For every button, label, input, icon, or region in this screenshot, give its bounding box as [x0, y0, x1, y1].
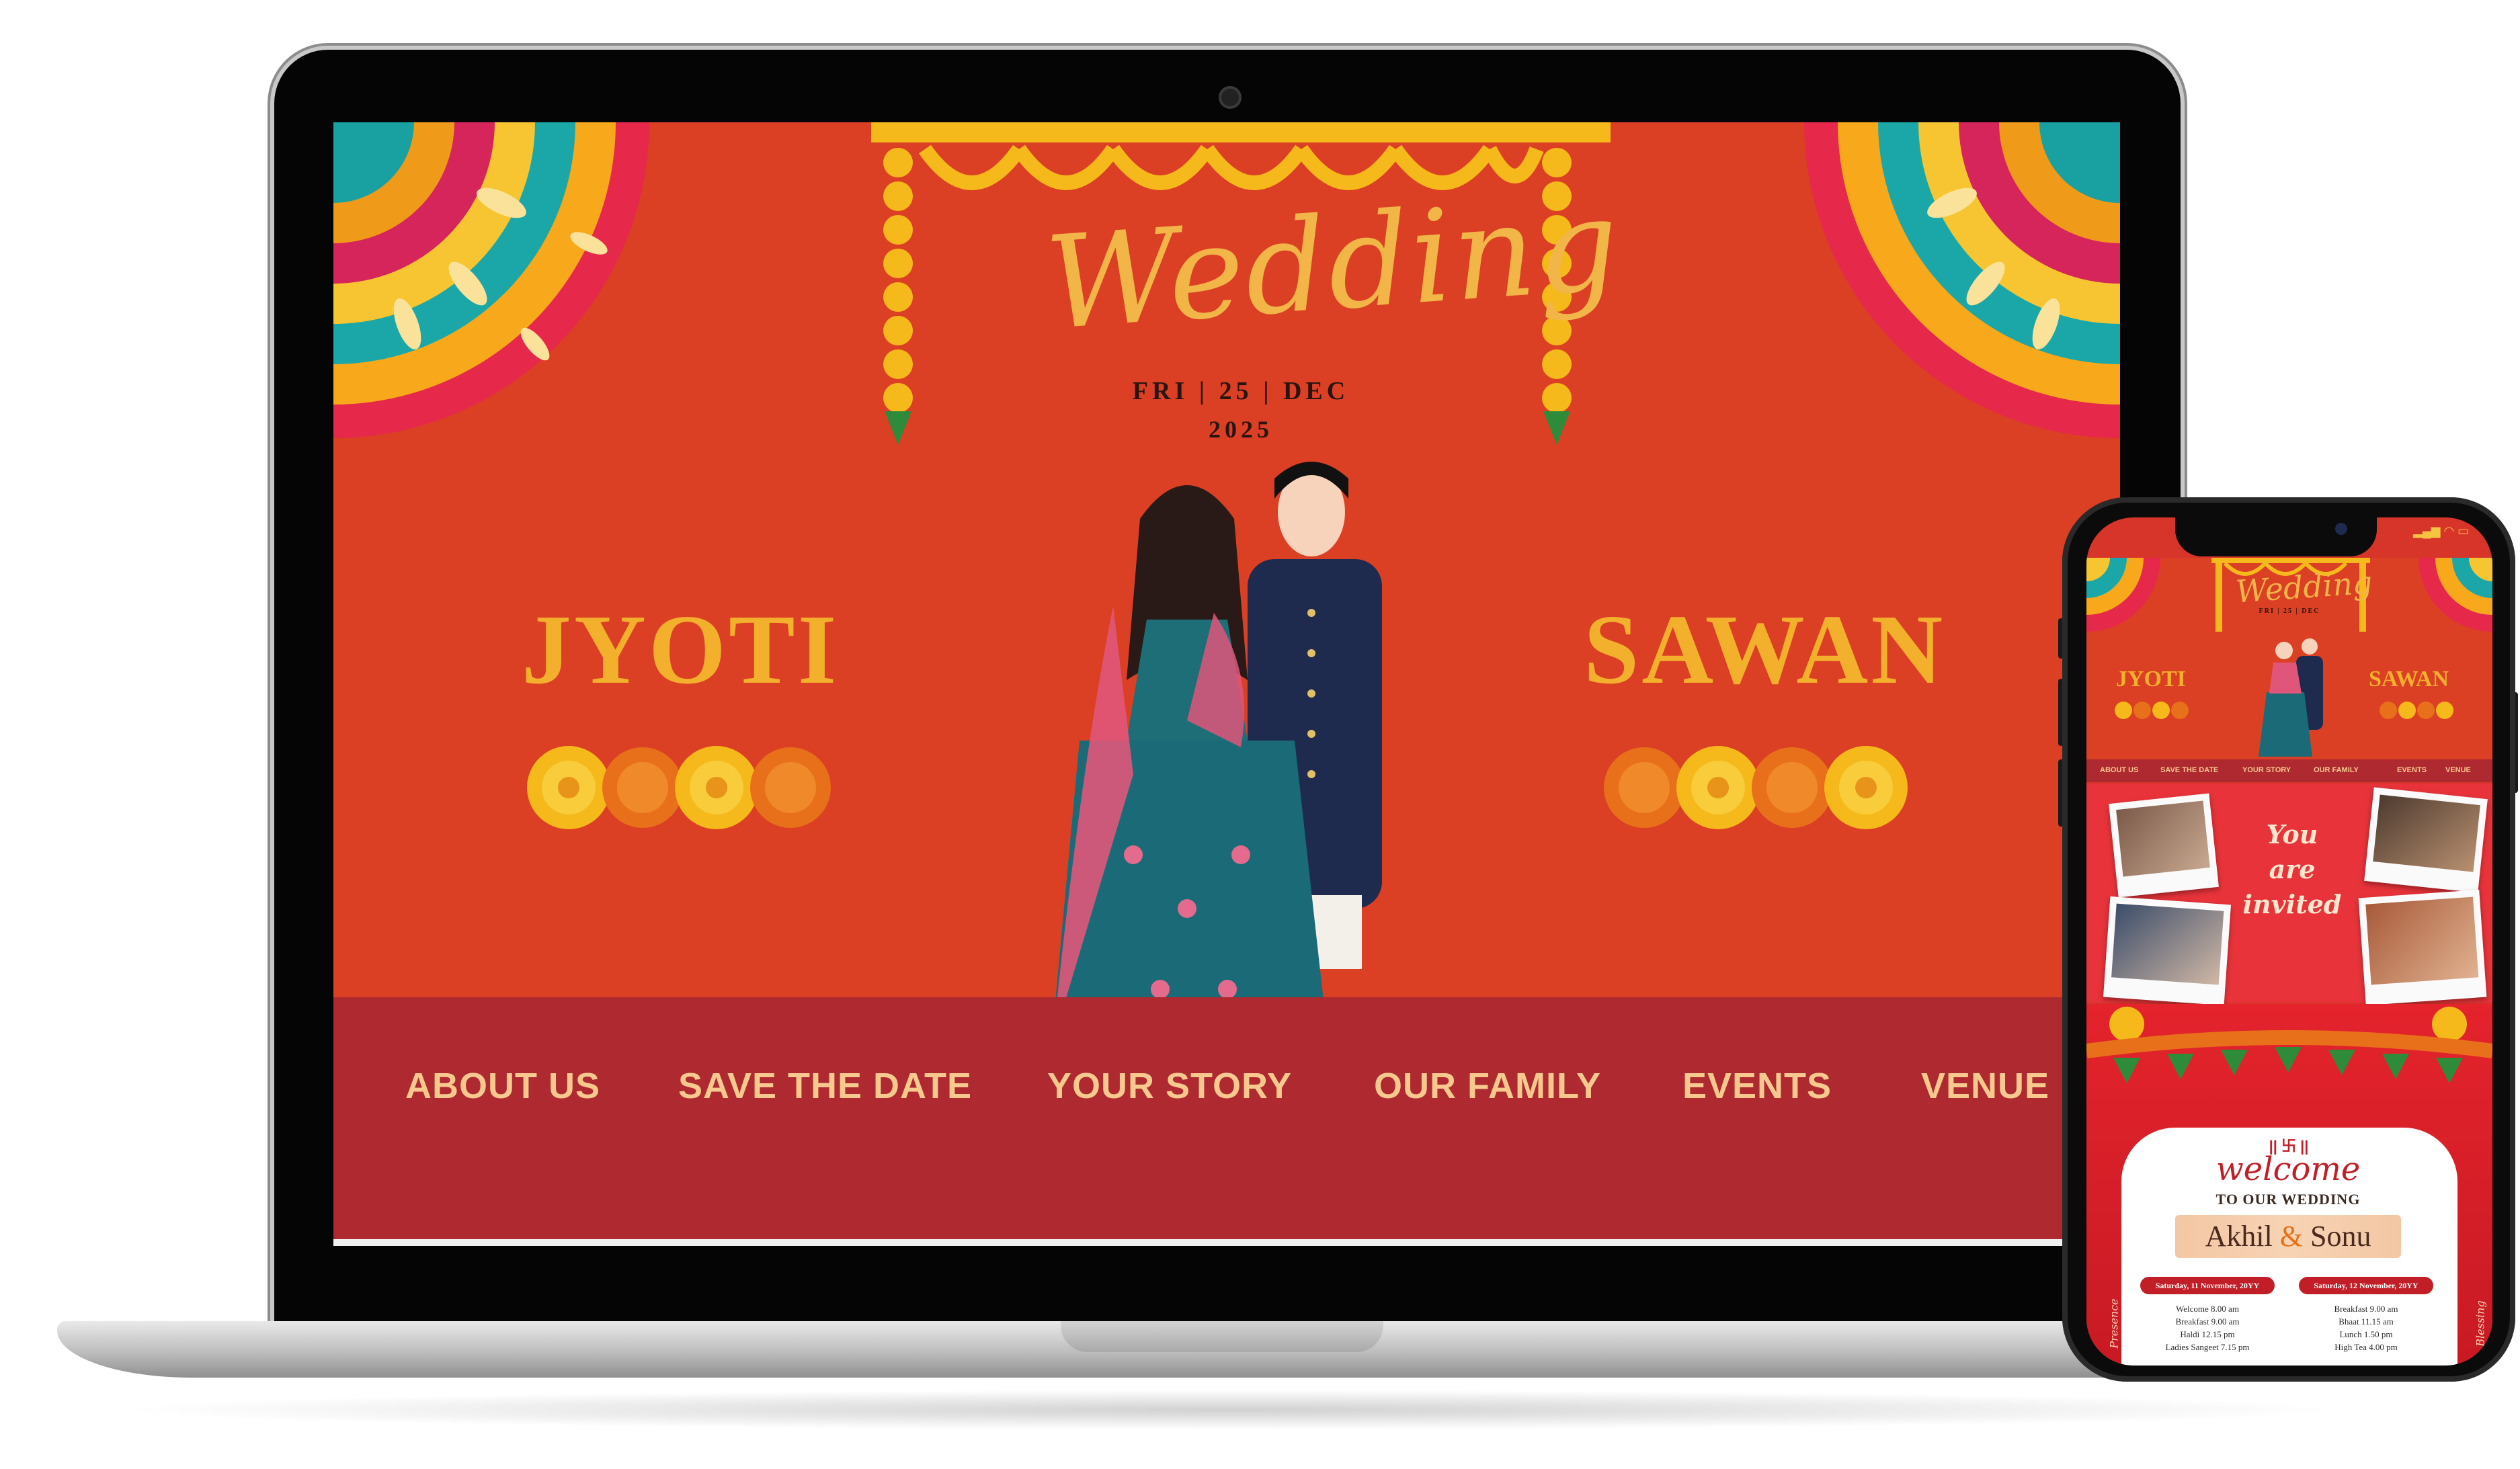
mandala-left-decoration [333, 122, 649, 438]
phone-nav-about-us[interactable]: ABOUT US [2100, 766, 2138, 774]
wedding-date: FRI | 25 | DEC [1132, 377, 1350, 405]
day-2-badge: Saturday, 12 November, 20YY [2299, 1277, 2433, 1294]
laptop-shadow [108, 1390, 2353, 1430]
couple-names: Akhil & Sonu [2175, 1219, 2401, 1253]
front-camera-icon [2335, 523, 2347, 535]
nav-your-story[interactable]: YOUR STORY [1047, 1065, 1292, 1107]
phone-bride-name: JYOTI [2116, 667, 2186, 691]
nav-about-us[interactable]: ABOUT US [405, 1065, 600, 1107]
laptop-opening-notch [1061, 1321, 1383, 1352]
side-text-left: Presence [2107, 1298, 2121, 1349]
mandala-right-decoration [1804, 122, 2120, 438]
marigold-flowers-right-decoration [1604, 746, 1908, 829]
phone-nav-events[interactable]: EVENTS [2397, 766, 2427, 774]
welcome-heading: welcome [2216, 1150, 2361, 1188]
phone-flowers-left-decoration [2115, 702, 2189, 719]
photo-card [2358, 889, 2487, 1006]
webcam-icon [1219, 86, 1242, 109]
you-are-invited-text: You are invited [2238, 817, 2346, 922]
phone-notch [2175, 517, 2377, 556]
ampersand: & [2279, 1220, 2303, 1253]
wedding-title: Wedding [1041, 169, 1625, 358]
first-name: Akhil [2205, 1220, 2273, 1253]
phone-groom-name: SAWAN [2369, 667, 2449, 691]
phone-nav-venue[interactable]: VENUE [2445, 766, 2471, 774]
phone-mandala-left-decoration [2086, 558, 2160, 632]
schedule-item: Breakfast 9.00 am [2175, 1316, 2240, 1327]
main-nav: ABOUT US SAVE THE DATE YOUR STORY OUR FA… [333, 997, 2120, 1239]
day-1-schedule: Welcome 8.00 am Breakfast 9.00 am Haldi … [2140, 1302, 2275, 1353]
photo-card [2103, 896, 2232, 1006]
nav-save-the-date[interactable]: SAVE THE DATE [678, 1065, 972, 1107]
day-1-badge: Saturday, 11 November, 20YY [2140, 1277, 2275, 1294]
side-text-right: Blessing [2474, 1300, 2487, 1347]
phone-nav-save-the-date[interactable]: SAVE THE DATE [2160, 766, 2218, 774]
phone-wedding-title: Wedding [2234, 564, 2374, 610]
groom-name: SAWAN [1584, 595, 1946, 705]
phone-nav-our-family[interactable]: OUR FAMILY [2314, 766, 2359, 774]
bride-name: JYOTI [522, 595, 840, 705]
marigold-flowers-left-decoration [527, 746, 831, 829]
screen-edge [333, 1239, 2120, 1246]
laptop-screen: Wedding FRI | 25 | DEC 2025 JYOTI SAWAN [333, 122, 2120, 1246]
schedule-item: Haldi 12.15 pm [2180, 1329, 2235, 1339]
schedule-item: High Tea 4.00 pm [2334, 1342, 2398, 1352]
welcome-subtitle: TO OUR WEDDING [2216, 1191, 2361, 1208]
phone-couple-illustration [2259, 638, 2323, 757]
invite-line-2: are [2269, 854, 2316, 884]
photo-card [2109, 793, 2219, 898]
schedule-item: Ladies Sangeet 7.15 pm [2165, 1342, 2250, 1352]
phone-nav-your-story[interactable]: YOUR STORY [2242, 766, 2291, 774]
schedule-item: Welcome 8.00 am [2176, 1304, 2239, 1314]
nav-our-family[interactable]: OUR FAMILY [1374, 1065, 1601, 1107]
nav-venue[interactable]: VENUE [1921, 1065, 2049, 1107]
signal-wifi-battery-icons: ▂▄▆ ◠ ▭ [2413, 524, 2470, 538]
schedule-item: Bhaat 11.15 am [2339, 1316, 2394, 1327]
nav-events[interactable]: EVENTS [1682, 1065, 1832, 1107]
phone-mandala-right-decoration [2419, 558, 2492, 632]
phone-wedding-date: FRI | 25 | DEC [2259, 607, 2320, 615]
schedule-item: Breakfast 9.00 am [2334, 1304, 2398, 1314]
schedule-item: Lunch 1.50 pm [2339, 1329, 2393, 1339]
invite-line-1: You [2266, 819, 2318, 849]
phone-toran-decoration [2086, 1007, 2492, 1083]
photo-card [2364, 787, 2488, 893]
day-2-schedule: Breakfast 9.00 am Bhaat 11.15 am Lunch 1… [2299, 1302, 2433, 1353]
invite-line-3: invited [2242, 889, 2342, 919]
second-name: Sonu [2310, 1220, 2371, 1253]
phone-nav: ABOUT US SAVE THE DATE YOUR STORY OUR FA… [2086, 759, 2492, 782]
phone-flowers-right-decoration [2380, 702, 2453, 719]
phone-screen: Wedding FRI | 25 | DEC JYOTI SAWAN ABOUT… [2086, 517, 2492, 1366]
